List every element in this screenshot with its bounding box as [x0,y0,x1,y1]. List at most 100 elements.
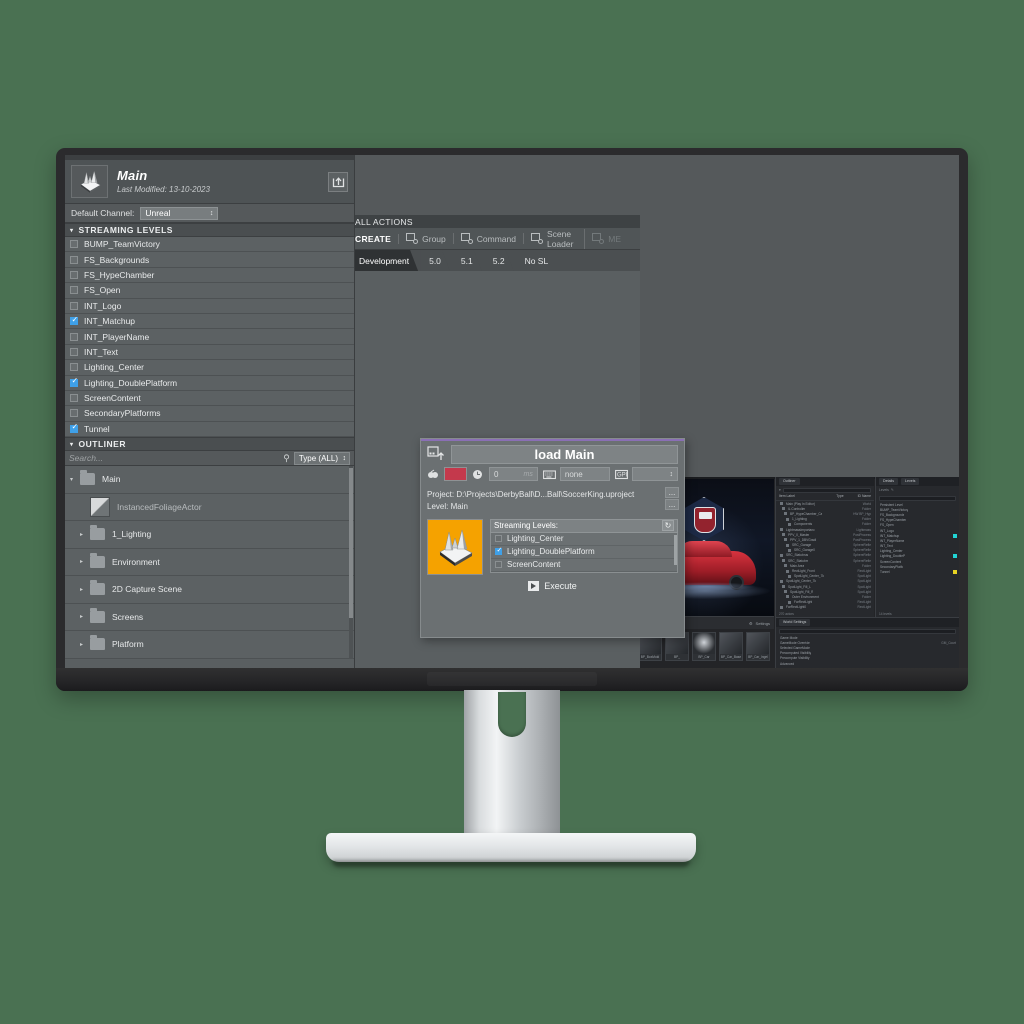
default-channel-dropdown[interactable]: Unreal ↕ [140,206,219,220]
streaming-level-checkbox[interactable] [70,347,78,356]
card-title[interactable]: load Main [451,445,678,464]
card-streaming-level-checkbox[interactable] [495,547,502,556]
media-button[interactable]: ME [592,233,628,244]
outliner-row[interactable]: InstancedFoliageActor [65,493,354,522]
type-filter-dropdown[interactable]: Type (ALL) ↕ [293,451,350,465]
ue-world-settings-search[interactable] [779,628,956,634]
ue-asset-thumbnail[interactable]: BP_Car_Ingel [746,632,770,661]
ue-world-settings-row[interactable]: Advanced [776,661,959,666]
streaming-level-row[interactable]: Lighting_DoublePlatform [65,375,354,391]
browse-level-button[interactable]: ... [665,499,679,510]
shortcut-field[interactable]: none [559,467,610,481]
streaming-level-row[interactable]: FS_HypeChamber [65,267,354,284]
ue-row-label: SpotLight_Fill_L [788,584,811,589]
streaming-level-checkbox[interactable] [70,363,78,372]
streaming-level-checkbox[interactable] [70,423,78,433]
streaming-level-row[interactable]: INT_Logo [65,298,354,314]
card-streaming-level-row[interactable]: ScreenContent [491,559,677,572]
chevron-right-icon[interactable]: ▸ [80,558,90,565]
outliner-row[interactable]: ▾ Main [65,466,354,494]
outliner-row[interactable]: ▸ Environment [65,548,354,577]
outliner-row[interactable]: ▸ Screens [65,603,354,632]
ue-outliner-row[interactable]: FarRectLight0 RectLight [776,605,874,610]
streaming-level-checkbox[interactable] [70,332,78,341]
outliner-row[interactable]: ▸ 1_Lighting [65,521,354,549]
export-upload-icon[interactable] [328,171,348,192]
tab-5-0[interactable]: 5.0 [420,250,450,271]
tab-development[interactable]: Development [350,250,418,271]
ue-level-row[interactable]: Tunnel [876,569,959,575]
card-streaming-level-label: Lighting_Center [507,534,564,544]
streaming-levels-section-header[interactable]: ▾ STREAMING LEVELS [65,223,354,237]
streaming-level-checkbox[interactable] [70,270,78,279]
search-icon[interactable]: ⚲ [283,453,290,464]
tab-no-sl[interactable]: No SL [515,250,558,271]
streaming-level-row[interactable]: INT_Matchup [65,313,354,330]
chevron-down-icon[interactable]: ▾ [70,476,80,483]
chevron-right-icon[interactable]: ▸ [80,586,90,593]
streaming-level-row[interactable]: BUMP_TeamVictory [65,237,354,253]
streaming-level-row[interactable]: FS_Backgrounds [65,252,354,268]
ue-asset-thumbnail[interactable]: BP_Car_Base [719,632,743,661]
group-button[interactable]: Group [406,233,454,244]
streaming-level-checkbox[interactable] [70,286,78,295]
ue-row-label: Main (Play In Editor) [786,501,815,506]
streaming-levels-header: Streaming Levels: ↻ [490,518,678,533]
streaming-level-row[interactable]: INT_Text [65,344,354,361]
ue-row-label: IL Controller [788,506,806,511]
streaming-level-row[interactable]: Tunnel [65,421,354,438]
card-streaming-levels: Streaming Levels: ↻ Lighting_CenterLight… [490,518,678,575]
search-input[interactable]: Search... [69,453,283,463]
ue-tab-details[interactable]: Details [879,478,898,485]
streaming-level-checkbox[interactable] [70,394,78,403]
streaming-level-row[interactable]: SecondaryPlatforms [65,406,354,422]
delay-field[interactable]: 0 ms [489,467,538,481]
outliner-section-header[interactable]: ▾ OUTLINER [65,437,354,452]
outliner-scrollbar[interactable] [349,466,353,659]
ue-outliner-search[interactable] [782,487,871,493]
outliner-scrollbar-thumb[interactable] [349,468,353,619]
streaming-level-row[interactable]: INT_PlayerName [65,329,354,345]
streaming-level-checkbox[interactable] [70,316,78,326]
pencil-icon[interactable]: ✎ [891,488,894,492]
ue-tab-world-settings[interactable]: World Settings [779,619,811,626]
streaming-level-row[interactable]: FS_Open [65,283,354,299]
gpi-dropdown[interactable]: ↕ [631,467,679,481]
streaming-level-checkbox[interactable] [70,409,78,418]
action-card[interactable]: load Main 0 ms none GPI ↕ Project: D:\Pr… [420,438,685,638]
card-streaming-level-row[interactable]: Lighting_DoublePlatform [491,546,677,559]
scene-loader-button[interactable]: Scene Loader [530,228,586,249]
transition-icon[interactable] [427,469,439,480]
outliner-row[interactable]: ▸ Platform [65,631,354,659]
streaming-level-row[interactable]: Lighting_Center [65,360,354,376]
streaming-level-row[interactable]: ScreenContent [65,390,354,407]
chevron-right-icon[interactable]: ▸ [80,531,90,538]
ue-tab-levels[interactable]: Levels [901,478,920,485]
chevron-right-icon[interactable]: ▸ [80,641,90,648]
streaming-level-checkbox[interactable] [70,377,78,387]
streaming-level-checkbox[interactable] [70,301,78,310]
ue-tab-outliner[interactable]: Outliner [779,478,800,485]
card-streaming-level-checkbox[interactable] [495,561,502,569]
streaming-levels-scrollbar[interactable] [674,534,677,565]
card-streaming-level-checkbox[interactable] [495,535,502,543]
card-streaming-level-row[interactable]: Lighting_Center [491,533,677,546]
chevron-right-icon[interactable]: ▸ [80,613,90,620]
ue-levels-menu-label[interactable]: Levels [879,488,889,492]
ue-row-icon [782,585,785,589]
tab-5-2[interactable]: 5.2 [484,250,514,271]
streaming-levels-list[interactable]: Lighting_Center Lighting_DoublePlatform Sc… [490,532,678,573]
streaming-level-checkbox[interactable] [70,255,78,264]
color-swatch[interactable] [444,467,467,481]
ue-asset-thumbnail[interactable]: BP_Car [692,632,716,661]
tab-5-1[interactable]: 5.1 [452,250,482,271]
ue-levels-search[interactable] [879,495,956,501]
refresh-icon[interactable]: ↻ [662,520,674,532]
browse-project-button[interactable]: ... [665,487,679,498]
filter-icon[interactable]: ▾ [779,488,781,492]
execute-button[interactable]: Execute [421,575,684,597]
command-button[interactable]: Command [460,233,524,244]
outliner-row[interactable]: ▸ 2D Capture Scene [65,576,354,604]
create-button[interactable]: CREATE [355,233,400,244]
streaming-level-checkbox[interactable] [70,240,78,249]
